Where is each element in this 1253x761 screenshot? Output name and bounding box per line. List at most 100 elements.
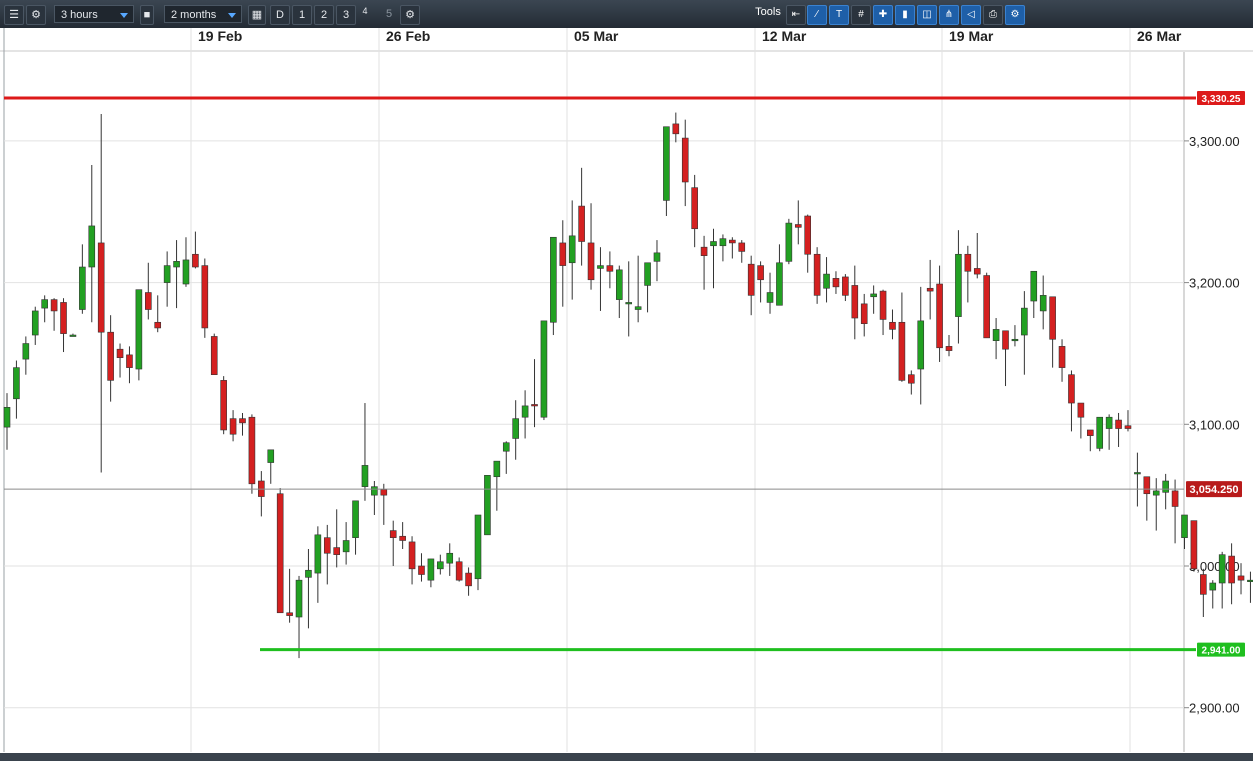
candle-down [1200, 574, 1207, 595]
candle-down [1002, 330, 1009, 350]
candle-down [851, 285, 859, 319]
candle-up [521, 405, 529, 418]
date-tick-label: 05 Mar [574, 28, 619, 44]
candle-up [342, 540, 350, 553]
candle-down [323, 537, 331, 554]
candle-down [1058, 346, 1066, 368]
candle-up [615, 269, 623, 300]
price-tick-label: 3,200.00 [1189, 276, 1240, 291]
candle-up [597, 265, 604, 269]
candle-up [1218, 554, 1226, 584]
candle-down [672, 123, 680, 135]
candle-down [60, 302, 67, 334]
candle-down [192, 253, 199, 268]
candle-up [634, 306, 642, 310]
candle-up [776, 262, 783, 306]
candle-up [352, 500, 359, 538]
candle-up [1134, 472, 1141, 475]
candle-down [1049, 296, 1056, 340]
candle-up [135, 289, 143, 370]
candle-up [1247, 579, 1253, 582]
candle-up [305, 569, 312, 578]
current-price-label: 3,054.250 [1190, 484, 1239, 496]
candlestick-chart[interactable]: 19 Feb 26 Feb 05 Mar 12 Mar 19 Mar 26 Mar 2,90… [0, 0, 1253, 761]
candle-down [700, 246, 708, 256]
candle-up [663, 126, 670, 201]
candle-down [747, 263, 755, 296]
candle-down [126, 354, 133, 368]
candle-down [964, 253, 972, 272]
candle-down [50, 299, 58, 312]
candle-down [455, 561, 463, 581]
candle-down [97, 242, 105, 333]
candle-down [813, 253, 821, 296]
candle-up [1209, 582, 1217, 591]
price-tick-label: 3,100.00 [1189, 417, 1240, 432]
candle-up [625, 302, 633, 305]
candle-down [729, 239, 736, 244]
date-tick-label: 19 Feb [198, 28, 242, 44]
candle-down [145, 292, 152, 310]
candle-up [766, 292, 774, 303]
candle-down [587, 242, 595, 281]
candle-up [484, 475, 491, 536]
candle-up [182, 259, 190, 285]
candle-up [1030, 270, 1038, 302]
candle-up [1105, 416, 1113, 429]
candle-down [738, 242, 746, 252]
candle-down [399, 535, 406, 541]
resistance-price-label: 3,330.25 [1202, 94, 1241, 105]
date-tick-label: 12 Mar [762, 28, 807, 44]
candle-down [286, 612, 293, 616]
candle-up [710, 241, 717, 247]
candle-down [248, 416, 256, 485]
candle-down [804, 215, 812, 255]
candle-up [31, 310, 39, 336]
candle-up [512, 418, 519, 439]
candle-up [917, 320, 925, 370]
candle-down [1237, 575, 1245, 581]
candle-down [926, 287, 934, 292]
candle-up [88, 225, 96, 268]
candle-down [908, 374, 915, 384]
candle-down [1143, 476, 1151, 495]
candle-up [41, 299, 48, 309]
candle-down [832, 278, 840, 288]
date-tick-label: 26 Feb [386, 28, 430, 44]
candle-down [389, 530, 397, 538]
candle-up [3, 406, 11, 428]
candle-down [276, 493, 284, 614]
candle-down [936, 283, 943, 349]
candle-down [1087, 429, 1094, 436]
candle-up [992, 329, 1000, 341]
candle-down [898, 321, 906, 381]
candle-down [531, 404, 538, 407]
candle-down [681, 137, 689, 183]
candle-down [408, 541, 416, 570]
candle-down [578, 205, 585, 242]
candle-up [295, 579, 303, 618]
candle-down [1077, 402, 1085, 418]
price-tick-label: 3,300.00 [1189, 134, 1240, 149]
candle-down [107, 331, 114, 381]
candle-down [606, 265, 614, 272]
candle-down [418, 565, 425, 575]
candle-up [644, 262, 651, 286]
candle-down [154, 321, 162, 329]
candle-up [361, 465, 369, 487]
candle-down [1190, 520, 1198, 570]
date-axis-band [0, 28, 1253, 52]
date-tick-label: 19 Mar [949, 28, 994, 44]
candle-up [13, 367, 20, 400]
candle-up [474, 514, 482, 580]
candle-down [380, 489, 388, 496]
candle-down [1068, 374, 1075, 404]
candle-up [173, 261, 180, 268]
candle-down [1115, 419, 1122, 429]
candle-up [502, 442, 510, 452]
candle-down [842, 276, 849, 296]
candle-up [1152, 490, 1160, 496]
candle-down [220, 380, 227, 431]
candle-down [116, 348, 124, 359]
candle-down [889, 321, 896, 330]
